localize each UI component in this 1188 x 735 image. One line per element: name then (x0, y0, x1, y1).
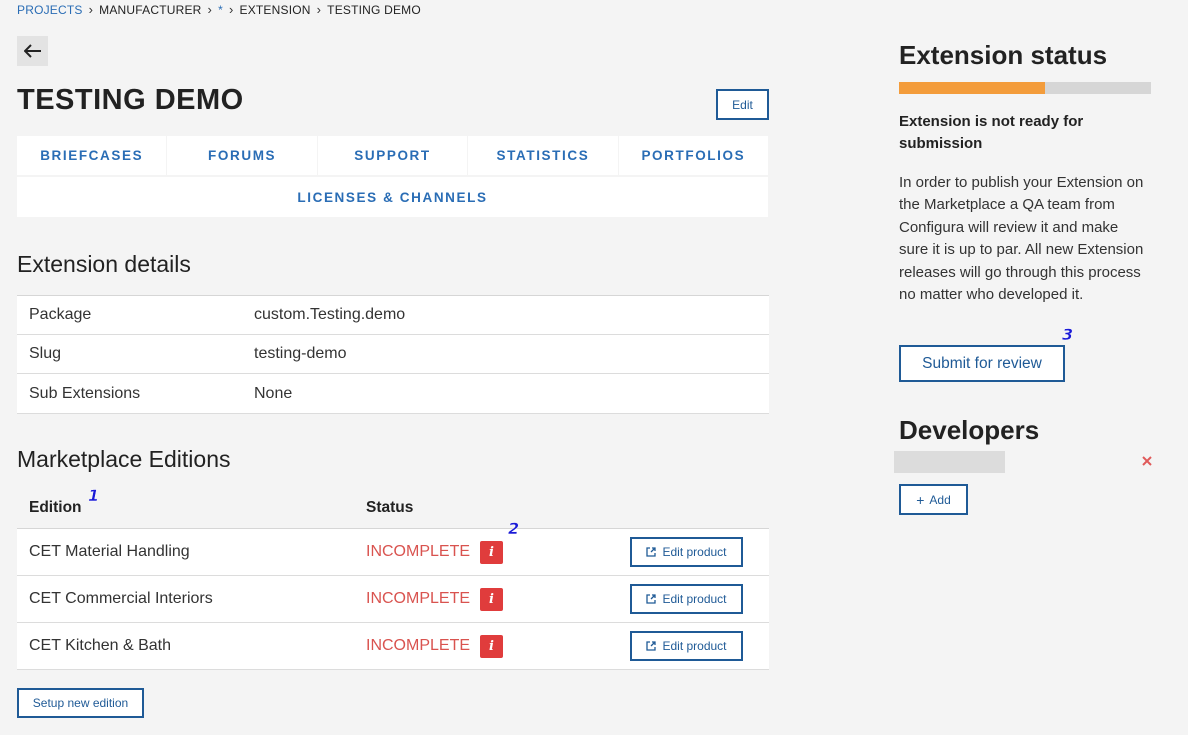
details-key: Slug (29, 345, 62, 362)
annotation-marker-3: 3 (1062, 325, 1074, 344)
edit-button[interactable]: Edit (716, 89, 769, 120)
edit-product-button[interactable]: Edit product (630, 584, 743, 614)
edit-product-label: Edit product (662, 592, 727, 606)
page-title: TESTING DEMO (17, 84, 244, 116)
editions-header: Edition Status (17, 488, 769, 529)
chevron-right-icon: › (316, 2, 322, 17)
external-edit-icon (646, 594, 657, 604)
back-button[interactable] (17, 36, 48, 66)
table-row: CET Commercial Interiors INCOMPLETE i Ed… (17, 576, 769, 623)
tab-row-primary: BRIEFCASES FORUMS SUPPORT STATISTICS POR… (17, 136, 769, 175)
external-edit-icon (646, 547, 657, 557)
chevron-right-icon: › (207, 2, 213, 17)
edition-name: CET Material Handling (29, 543, 190, 560)
plus-icon: + (916, 491, 925, 508)
info-icon[interactable]: i (480, 587, 503, 611)
annotation-marker-2: 2 (508, 519, 520, 538)
ready-status-text: Extension is not ready for submission (899, 113, 1084, 152)
breadcrumb-manufacturer: Manufacturer (99, 3, 202, 17)
developers-heading: Developers (899, 415, 1040, 445)
edit-product-button[interactable]: Edit product (630, 537, 743, 567)
marketplace-editions-heading: Marketplace Editions (17, 446, 231, 472)
breadcrumb: Projects › Manufacturer › * › Extension … (17, 3, 421, 17)
details-row-package: Package custom.Testing.demo (17, 296, 769, 335)
add-label: Add (929, 492, 951, 507)
tab-support[interactable]: SUPPORT (317, 136, 468, 175)
edition-name: CET Kitchen & Bath (29, 637, 171, 654)
setup-new-edition-button[interactable]: Setup new edition (17, 688, 144, 718)
external-edit-icon (646, 641, 657, 651)
tab-licenses-channels[interactable]: LICENSES & CHANNELS (17, 177, 768, 217)
status-description: In order to publish your Extension on th… (899, 174, 1144, 304)
edit-product-label: Edit product (662, 545, 727, 559)
table-row: CET Kitchen & Bath INCOMPLETE i Edit pro… (17, 623, 769, 670)
breadcrumb-current: Testing Demo (327, 3, 421, 17)
annotation-marker-1: 1 (88, 486, 100, 505)
progress-fill (899, 82, 1046, 94)
details-value: custom.Testing.demo (254, 306, 406, 323)
submit-for-review-button[interactable]: Submit for review (899, 345, 1065, 382)
details-row-slug: Slug testing-demo (17, 335, 769, 374)
editions-table: Edition Status CET Material Handling INC… (17, 488, 769, 670)
tab-forums[interactable]: FORUMS (167, 136, 317, 175)
status-badge: INCOMPLETE (366, 590, 471, 607)
tab-portfolios[interactable]: PORTFOLIOS (618, 136, 769, 175)
tab-statistics[interactable]: STATISTICS (468, 136, 618, 175)
breadcrumb-projects[interactable]: Projects (17, 3, 83, 17)
table-row: CET Material Handling INCOMPLETE i Edit … (17, 529, 769, 576)
tab-briefcases[interactable]: BRIEFCASES (17, 136, 167, 175)
status-badge: INCOMPLETE (366, 543, 471, 560)
details-value: None (254, 384, 293, 402)
column-edition: Edition (29, 499, 82, 516)
status-progress-bar (899, 82, 1151, 94)
details-table: Package custom.Testing.demo Slug testing… (17, 295, 769, 414)
info-icon[interactable]: i (480, 540, 503, 564)
extension-details-heading: Extension details (17, 251, 191, 277)
developer-entry (894, 451, 1005, 473)
page: Projects › Manufacturer › * › Extension … (0, 0, 1188, 735)
chevron-right-icon: › (88, 2, 94, 17)
details-value: testing-demo (254, 345, 347, 362)
close-icon[interactable] (1139, 453, 1155, 469)
arrow-left-icon (23, 44, 41, 58)
details-key: Package (29, 306, 92, 323)
info-icon[interactable]: i (480, 634, 503, 658)
details-key: Sub Extensions (29, 384, 141, 402)
breadcrumb-extension: Extension (239, 3, 311, 17)
chevron-right-icon: › (228, 2, 234, 17)
details-row-sub-extensions: Sub Extensions None (17, 374, 769, 414)
edit-product-button[interactable]: Edit product (630, 631, 743, 661)
tab-row-secondary: LICENSES & CHANNELS (17, 177, 768, 217)
edition-name: CET Commercial Interiors (29, 590, 213, 607)
breadcrumb-wildcard[interactable]: * (218, 3, 223, 17)
column-status: Status (366, 499, 414, 516)
extension-status-heading: Extension status (899, 40, 1108, 70)
tab-bar: BRIEFCASES FORUMS SUPPORT STATISTICS POR… (17, 136, 769, 217)
add-developer-button[interactable]: + Add (899, 484, 968, 515)
edit-product-label: Edit product (662, 639, 727, 653)
status-badge: INCOMPLETE (366, 637, 471, 654)
